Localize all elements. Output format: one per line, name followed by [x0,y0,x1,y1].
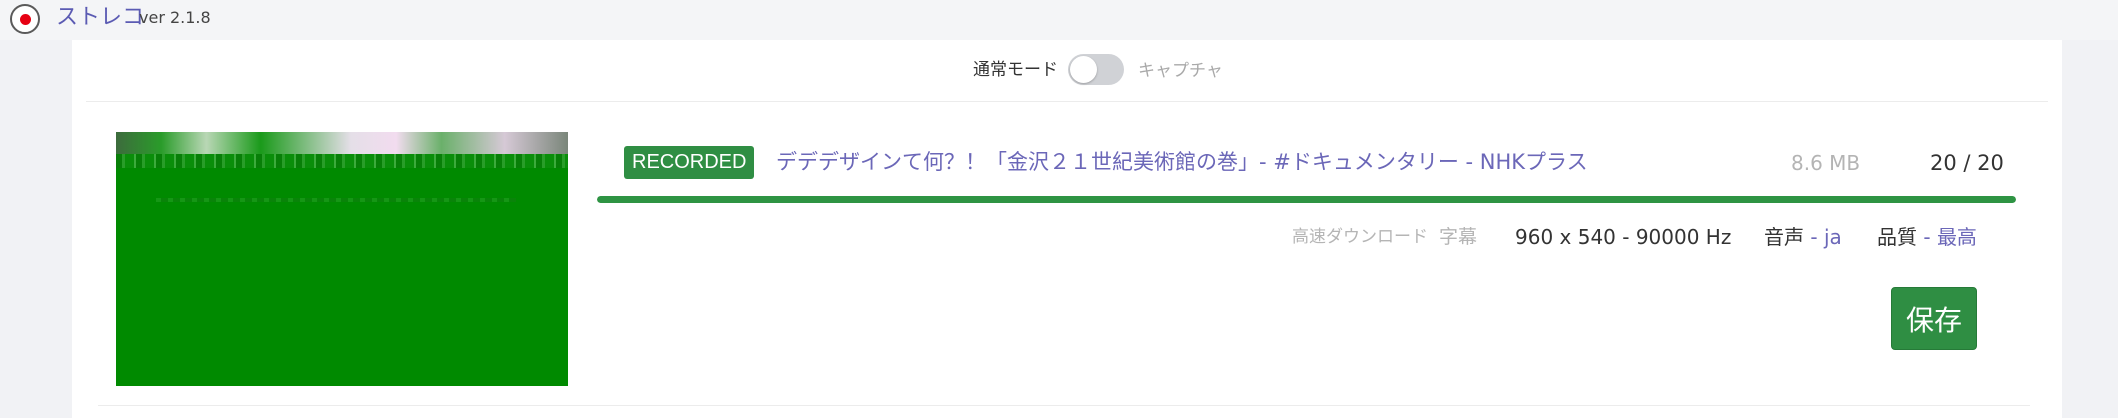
normal-mode-label: 通常モード [973,60,1058,80]
app-name: ストレコ [56,5,145,30]
toggle-knob [1070,56,1097,83]
quality-separator: - [1917,225,1937,249]
quality-info: 品質 - 最高 [1877,222,1977,252]
download-progress-fill [597,196,2016,203]
audio-separator: - [1804,225,1824,249]
app-logo-icon [10,4,40,34]
quality-label: 品質 [1877,225,1917,249]
file-size: 8.6 MB [1791,151,1861,175]
download-progress-bar [597,196,2016,203]
quality-value: 最高 [1936,225,1977,249]
save-button[interactable]: 保存 [1891,287,1977,350]
fast-download-label: 高速ダウンロード [1292,227,1428,247]
capture-mode-toggle[interactable] [1068,54,1124,85]
video-title-link[interactable]: デデデザインて何？！「金沢２１世紀美術館の巻」- #ドキュメンタリー - NHK… [776,147,1588,177]
app-version: ver 2.1.8 [139,8,211,27]
segment-count: 20 / 20 [1930,151,2004,175]
video-thumbnail [116,132,568,386]
audio-language: ja [1823,225,1842,249]
audio-label: 音声 [1764,225,1804,249]
subtitles-label: 字幕 [1439,226,1478,248]
resolution-info: 960 x 540 - 90000 Hz [1515,225,1732,249]
audio-info: 音声 - ja [1764,222,1842,252]
divider [98,405,2030,406]
capture-mode-label: キャプチャ [1138,61,1223,81]
app-header: ストレコ ver 2.1.8 [0,0,2118,40]
status-badge: RECORDED [624,146,755,179]
divider [86,101,2048,102]
